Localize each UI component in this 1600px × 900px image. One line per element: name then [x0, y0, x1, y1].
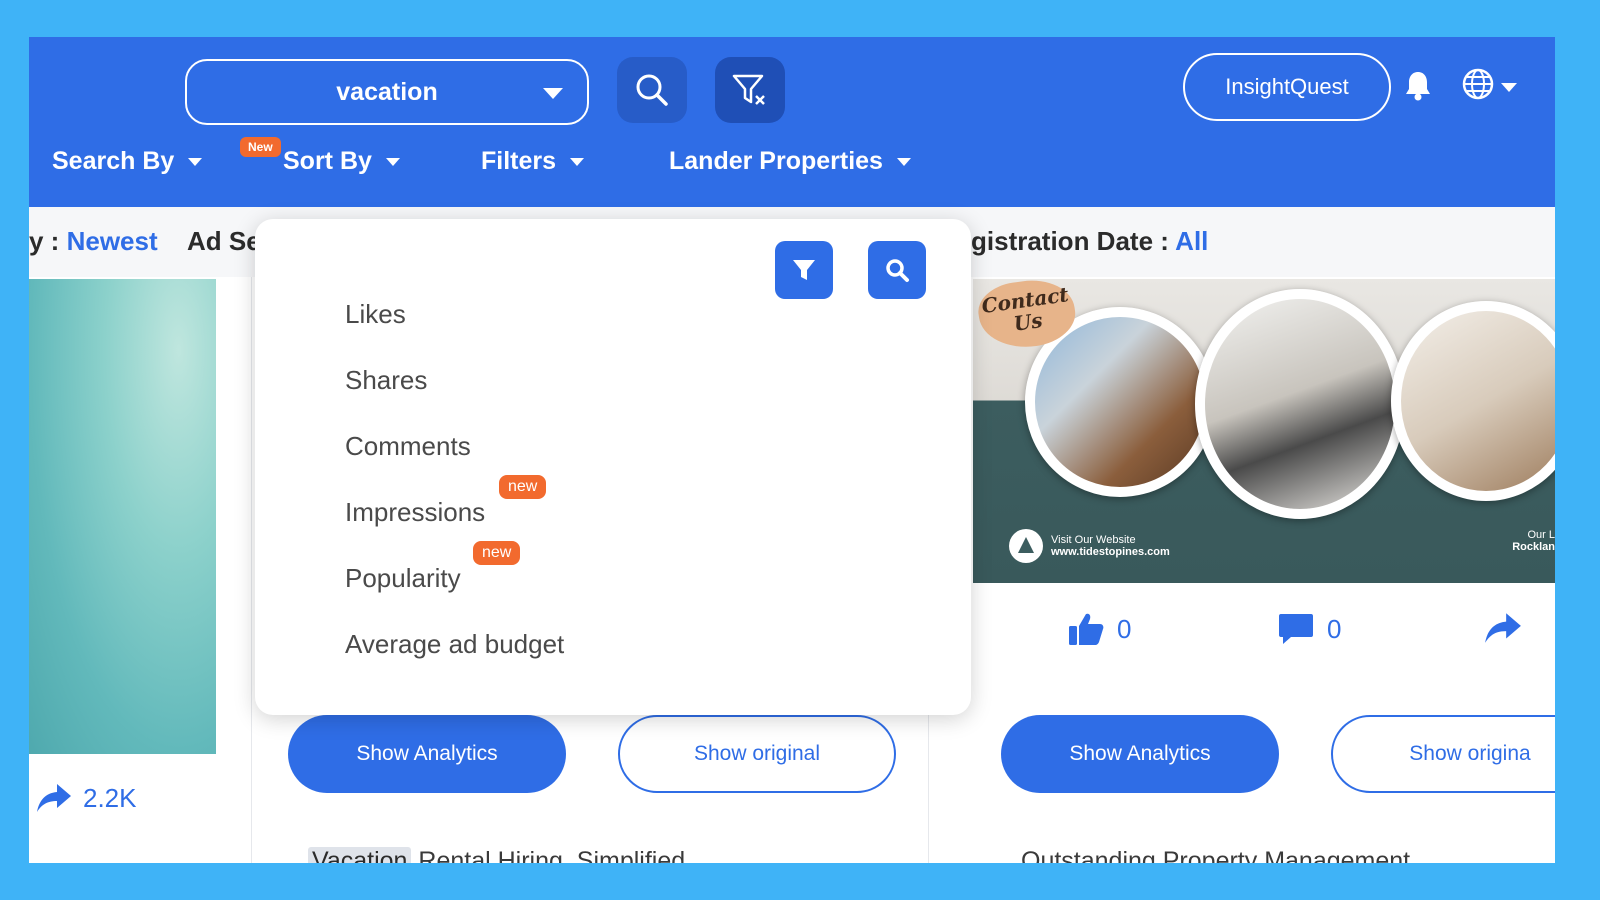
nav-filters[interactable]: Filters [481, 147, 585, 176]
show-analytics-button[interactable]: Show Analytics [288, 715, 566, 793]
new-badge: new [499, 475, 547, 499]
nav-lander-label: Lander Properties [669, 147, 883, 175]
chevron-down-icon[interactable] [1501, 83, 1517, 92]
website-url: www.tidestopines.com [1051, 546, 1170, 558]
share-count: 2.2K [83, 782, 137, 813]
nav-sort-by[interactable]: Sort By [283, 147, 400, 176]
like-count: 0 [1117, 613, 1132, 644]
globe-icon [1462, 68, 1494, 100]
sort-filter-label: y : [29, 226, 67, 256]
filter-clear-icon [732, 74, 765, 105]
comment-stat[interactable]: 0 [1277, 611, 1341, 647]
dropdown-filter-button[interactable] [775, 241, 833, 299]
nav-lander-properties[interactable]: Lander Properties [669, 147, 911, 176]
registration-date-value: All [1175, 226, 1209, 256]
clear-filter-button[interactable] [715, 57, 785, 123]
bell-icon [1406, 72, 1430, 101]
sort-filter-chip[interactable]: y : Newest [29, 226, 158, 257]
search-select-value: vacation [336, 77, 438, 106]
app-window: vacation InsightQuest Search By New Sort… [29, 37, 1555, 863]
caret-down-icon [385, 157, 400, 166]
registration-date-filter-chip[interactable]: gistration Date : All [971, 226, 1208, 257]
ad-image[interactable] [29, 279, 216, 754]
filter-icon [793, 260, 815, 280]
sort-option-label: Popularity [345, 563, 461, 593]
show-original-button[interactable]: Show origina [1331, 715, 1555, 793]
nav-search-by[interactable]: Search By [52, 147, 203, 176]
caret-down-icon [570, 157, 585, 166]
like-stat[interactable]: 0 [1067, 611, 1131, 647]
show-original-button[interactable]: Show original [618, 715, 896, 793]
share-stat[interactable] [1483, 611, 1523, 650]
insightquest-button[interactable]: InsightQuest [1183, 53, 1391, 121]
ad-title: Vacation Rental Hiring, Simplified [308, 847, 685, 863]
show-analytics-button[interactable]: Show Analytics [1001, 715, 1279, 793]
ad-title-rest: Rental Hiring, Simplified [411, 847, 686, 863]
caret-down-icon [896, 157, 911, 166]
sort-filter-value: Newest [66, 226, 158, 256]
share-stat[interactable]: 2.2K [35, 782, 137, 814]
search-select[interactable]: vacation [185, 59, 589, 125]
notifications-button[interactable] [1403, 69, 1433, 106]
website-info: Visit Our Website www.tidestopines.com [1009, 529, 1170, 563]
top-bar: vacation InsightQuest Search By New Sort… [29, 37, 1555, 207]
new-badge: new [473, 541, 521, 565]
visit-line: Visit Our Website [1051, 534, 1136, 546]
engagement-stats: 0 0 [973, 607, 1555, 657]
search-icon [886, 259, 909, 282]
language-button[interactable] [1461, 67, 1495, 106]
search-button[interactable] [617, 57, 687, 123]
like-icon [1069, 613, 1104, 645]
location-name: Rocklan [1512, 541, 1555, 553]
sort-option-comments[interactable]: Comments [345, 431, 471, 462]
nav-filters-label: Filters [481, 147, 557, 175]
tree-logo-icon [1009, 529, 1043, 563]
new-badge: New [240, 137, 281, 157]
comment-icon [1279, 614, 1313, 644]
sort-option-impressions[interactable]: Impressions new [345, 475, 547, 528]
bedroom-photo [1391, 301, 1555, 501]
sort-option-shares[interactable]: Shares [345, 365, 427, 396]
chevron-down-icon [543, 88, 563, 99]
nav-search-by-label: Search By [52, 147, 175, 175]
ad-seen-filter-chip[interactable]: Ad Se [187, 226, 261, 257]
sort-option-average-ad-budget[interactable]: Average ad budget [345, 629, 564, 660]
dropdown-search-button[interactable] [868, 241, 926, 299]
ad-title: Outstanding Property Management [1021, 847, 1411, 863]
sort-by-dropdown: Likes Shares Comments Impressions new Po… [255, 219, 971, 715]
caret-down-icon [188, 157, 203, 166]
kitchen-photo [1195, 289, 1405, 519]
sort-option-popularity[interactable]: Popularity new [345, 541, 521, 594]
comment-count: 0 [1327, 613, 1342, 644]
location-info: Our L Rocklan [1512, 529, 1555, 553]
location-line: Our L [1527, 529, 1555, 541]
share-icon [37, 784, 71, 812]
registration-date-label: gistration Date : [971, 226, 1176, 256]
search-icon [636, 74, 668, 106]
ad-card: Contact Us Visit Our Website www.tidesto… [973, 277, 1555, 863]
ad-image[interactable]: Contact Us Visit Our Website www.tidesto… [973, 279, 1555, 583]
sort-option-likes[interactable]: Likes [345, 299, 406, 330]
nav-sort-by-label: Sort By [283, 147, 372, 175]
share-icon [1485, 613, 1521, 643]
search-highlight: Vacation [308, 847, 412, 863]
sort-option-label: Impressions [345, 497, 486, 527]
